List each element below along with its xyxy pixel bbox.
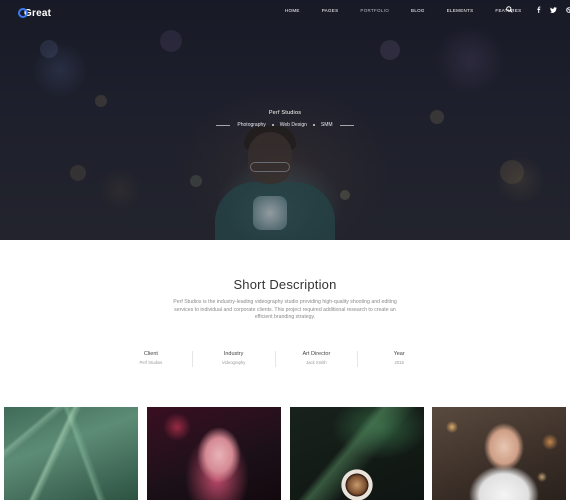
meta-industry: Industry Videography [193, 351, 276, 367]
separator-dot [271, 124, 274, 126]
meta-value: 2018 [394, 360, 404, 365]
site-logo[interactable]: Great [18, 6, 51, 20]
gallery-image-street-portrait[interactable] [432, 407, 566, 500]
meta-client: Client Perf Studios [110, 351, 193, 367]
section-description: Perf Studios is the industry-leading vid… [173, 299, 397, 320]
meta-label: Year [393, 351, 405, 357]
meta-year: Year 2018 [358, 351, 440, 367]
meta-art-director: Art Director Jack Smith [276, 351, 359, 367]
logo-text: Great [24, 7, 52, 19]
gallery-image-neon-portrait[interactable] [147, 407, 281, 500]
project-tags: Photography Web Design SMM [0, 122, 570, 128]
header-icons [506, 6, 570, 16]
separator-dot [312, 124, 315, 126]
nav-item-pages[interactable]: PAGES [322, 8, 339, 13]
divider-line [339, 124, 354, 126]
project-title: Perf Studios [268, 110, 302, 116]
hero-banner [0, 0, 570, 240]
meta-label: Art Director [302, 351, 331, 357]
dribbble-icon[interactable] [565, 6, 570, 16]
facebook-icon[interactable] [535, 6, 542, 16]
logo-circle-icon [18, 8, 28, 18]
section-title: Short Description [233, 277, 337, 292]
meta-value: Jack Smith [306, 360, 327, 365]
twitter-icon[interactable] [550, 6, 557, 16]
nav-item-portfolio[interactable]: PORTFOLIO [360, 8, 389, 13]
gallery-image-leaves[interactable] [4, 407, 138, 500]
nav-item-elements[interactable]: ELEMENTS [447, 8, 474, 13]
project-meta: Client Perf Studios Industry Videography… [110, 351, 440, 367]
nav-item-blog[interactable]: BLOG [411, 8, 425, 13]
meta-label: Client [143, 351, 158, 357]
tag-smm[interactable]: SMM [321, 122, 333, 128]
meta-label: Industry [223, 351, 244, 357]
tag-web-design[interactable]: Web Design [280, 122, 307, 128]
divider-line [216, 124, 231, 126]
meta-value: Perf Studios [139, 360, 163, 365]
nav-item-home[interactable]: HOME [285, 8, 300, 13]
main-navigation: HOME PAGES PORTFOLIO BLOG ELEMENTS FEATU… [285, 8, 543, 13]
search-icon[interactable] [506, 6, 513, 16]
meta-value: Videography [221, 360, 246, 365]
gallery-image-coffee[interactable] [290, 407, 424, 500]
tag-photography[interactable]: Photography [237, 122, 265, 128]
